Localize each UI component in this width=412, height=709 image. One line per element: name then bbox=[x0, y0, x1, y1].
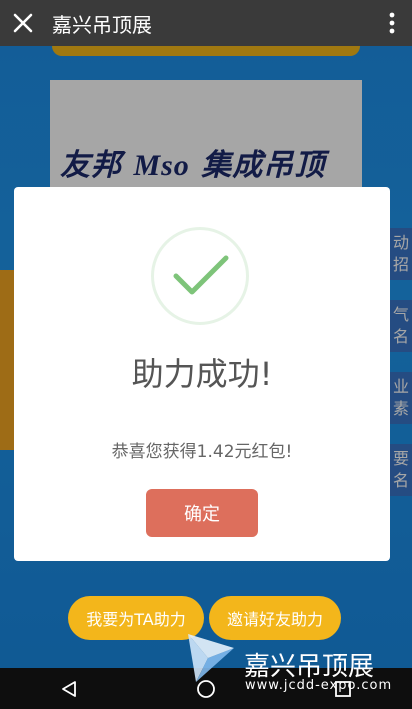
back-button[interactable] bbox=[49, 673, 89, 705]
success-dialog: 助力成功! 恭喜您获得1.42元红包! 确定 bbox=[14, 187, 390, 561]
more-vert-icon bbox=[389, 12, 395, 34]
close-icon bbox=[13, 13, 33, 33]
confirm-button[interactable]: 确定 bbox=[146, 489, 258, 537]
watermark-url: www.jcdd-expo.com bbox=[245, 678, 393, 693]
more-button[interactable] bbox=[372, 0, 412, 46]
close-button[interactable] bbox=[0, 0, 46, 46]
back-triangle-icon bbox=[61, 680, 76, 697]
success-badge bbox=[151, 227, 249, 325]
check-icon bbox=[173, 255, 229, 295]
dialog-message: 恭喜您获得1.42元红包! bbox=[111, 442, 293, 462]
app-bar: 嘉兴吊顶展 bbox=[0, 0, 412, 46]
page-title: 嘉兴吊顶展 bbox=[52, 12, 152, 37]
dialog-title: 助力成功! bbox=[131, 355, 273, 393]
watermark-logo-icon bbox=[188, 634, 234, 682]
